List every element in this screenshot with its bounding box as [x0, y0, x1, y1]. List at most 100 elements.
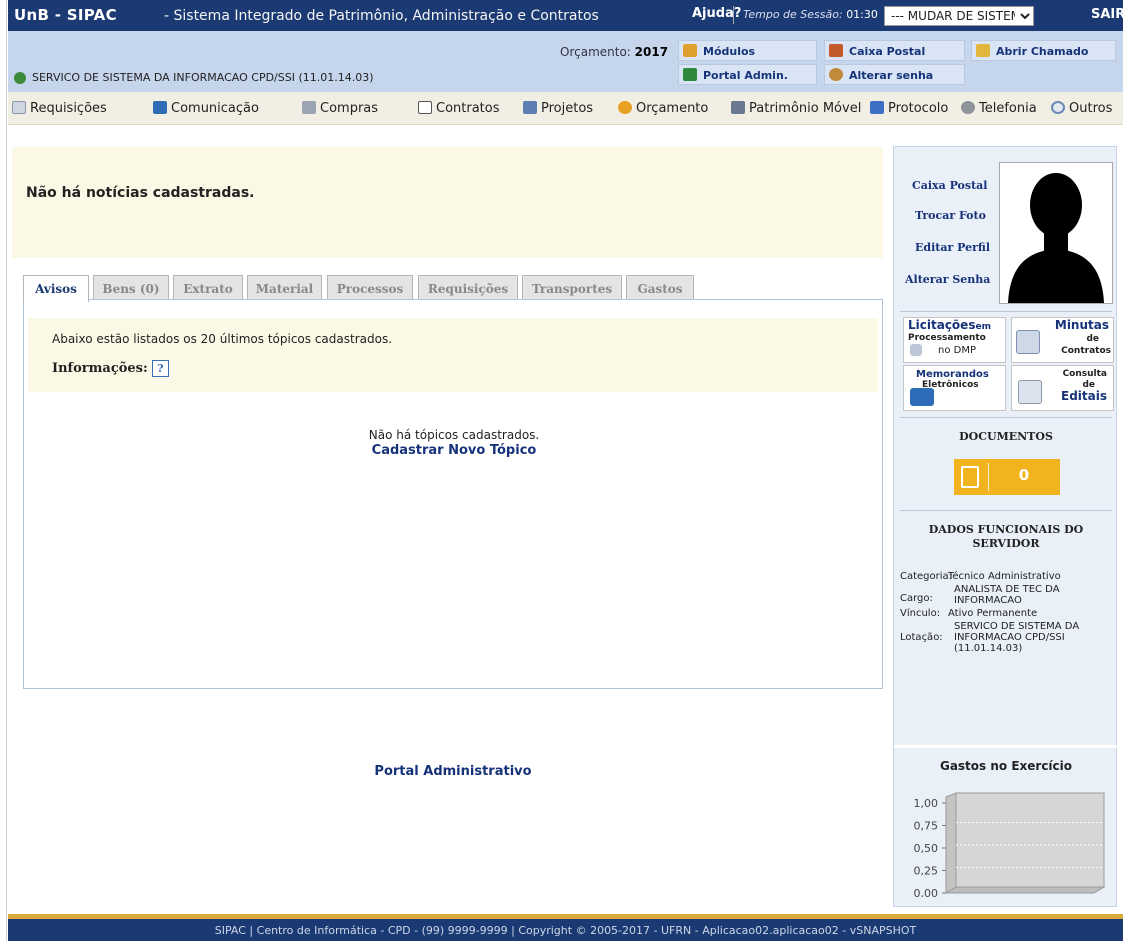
divider	[900, 311, 1112, 312]
memo-icon	[910, 388, 934, 406]
menu-label: Outros	[1069, 101, 1113, 116]
change-password-link[interactable]: Alterar senha	[824, 64, 965, 85]
modules-icon	[683, 44, 697, 57]
divider	[894, 745, 1118, 748]
contract-icon	[418, 101, 432, 114]
modules-label: Módulos	[703, 45, 756, 58]
cart-icon	[302, 101, 316, 114]
menu-item-projetos[interactable]: Projetos	[523, 101, 593, 116]
menu-label: Projetos	[541, 101, 594, 116]
tab-transportes[interactable]: Transportes	[522, 275, 622, 300]
portal-admin-link[interactable]: Portal Administrativo	[23, 764, 883, 779]
change-password-label: Alterar senha	[849, 69, 934, 82]
dados-row: Lotação: SERVICO DE SISTEMA DA INFORMACAO…	[900, 621, 1115, 654]
widget-line: Contratos	[1061, 346, 1111, 356]
book-icon	[153, 101, 167, 114]
change-system-select[interactable]: --- MUDAR DE SISTEMA ---	[884, 6, 1034, 26]
admin-portal-link[interactable]: Portal Admin.	[678, 64, 817, 85]
dados-row: Vínculo: Ativo Permanente	[900, 608, 1115, 619]
right-sidebar: Caixa Postal Trocar Foto Editar Perfil A…	[893, 146, 1118, 907]
news-box: Não há notícias cadastradas.	[12, 147, 883, 258]
projects-icon	[523, 101, 537, 114]
menu-item-compras[interactable]: Compras	[302, 101, 378, 116]
key-icon	[829, 68, 843, 81]
document-icon	[961, 466, 979, 488]
admin-portal-label: Portal Admin.	[703, 69, 788, 82]
notice-text: Abaixo estão listados os 20 últimos tópi…	[52, 332, 393, 346]
tab-extrato[interactable]: Extrato	[173, 275, 243, 300]
budget-year: 2017	[634, 45, 669, 59]
mailbox-icon	[829, 44, 843, 57]
system-name[interactable]: UnB - SIPAC	[14, 6, 117, 24]
menu-item-patrimonio-movel[interactable]: Patrimônio Móvel	[731, 101, 861, 116]
menu-item-protocolo[interactable]: Protocolo	[870, 101, 948, 116]
new-topic-link[interactable]: Cadastrar Novo Tópico	[24, 443, 884, 458]
help-icon[interactable]: ?	[151, 360, 169, 377]
widget-line: Minutas	[1054, 318, 1109, 332]
menu-item-comunicacao[interactable]: Comunicação	[153, 101, 259, 116]
chart-y-tick-label: 1,00	[914, 797, 939, 810]
exit-link[interactable]: SAIR	[1091, 7, 1123, 22]
widget-editais[interactable]: Consulta de Editais	[1011, 365, 1114, 411]
gastos-chart: 1,00 0,75 0,50 0,25 0,00	[900, 787, 1112, 900]
widget-line: de	[1086, 334, 1099, 344]
gastos-chart-svg: 1,00 0,75 0,50 0,25 0,00	[914, 792, 1106, 900]
menu-label: Patrimônio Móvel	[749, 101, 862, 116]
magnifier-icon	[1051, 101, 1065, 114]
widget-text: Licitaçõesem	[908, 319, 991, 333]
chart-y-tick-label: 0,25	[914, 865, 939, 878]
modules-link[interactable]: Módulos	[678, 40, 817, 61]
open-ticket-label: Abrir Chamado	[996, 45, 1089, 58]
session-value: 01:30	[846, 8, 878, 21]
portal-icon	[683, 68, 697, 81]
chart-side-wall	[945, 792, 957, 894]
budget-info: Orçamento: 2017	[560, 45, 668, 59]
profile-photo[interactable]	[999, 162, 1113, 304]
chart-y-tick-label: 0,00	[914, 887, 939, 897]
widget-licitacoes[interactable]: Licitaçõesem Processamento no DMP	[903, 317, 1006, 363]
profile-link-change-password[interactable]: Alterar Senha	[905, 273, 990, 286]
furniture-icon	[731, 101, 745, 114]
ticket-icon	[976, 44, 990, 57]
open-ticket-link[interactable]: Abrir Chamado	[971, 40, 1116, 61]
dados-title: DADOS FUNCIONAIS DO SERVIDOR	[928, 523, 1084, 550]
menu-item-requisicoes[interactable]: Requisições	[12, 101, 107, 116]
widget-line: Editais	[1061, 389, 1107, 403]
dados-row: Categoria: Técnico Administrativo	[900, 571, 1115, 582]
dados-value: Técnico Administrativo	[948, 571, 1061, 582]
chart-y-tick-label: 0,50	[914, 842, 939, 855]
menu-item-contratos[interactable]: Contratos	[418, 101, 500, 116]
tab-requisicoes[interactable]: Requisições	[418, 275, 518, 300]
profile-link-change-photo[interactable]: Trocar Foto	[915, 209, 986, 222]
documents-badge[interactable]: 0	[954, 459, 1060, 495]
chart-back-wall	[955, 792, 1105, 888]
dados-row: Cargo: ANALISTA DE TEC DA INFORMACAO	[900, 584, 1115, 606]
profile-link-edit-profile[interactable]: Editar Perfil	[915, 241, 990, 254]
widget-memorandos[interactable]: Memorandos Eletrônicos	[903, 365, 1006, 411]
menu-item-orcamento[interactable]: Orçamento	[618, 101, 708, 116]
separator	[733, 6, 734, 24]
session-label: Tempo de Sessão:	[743, 8, 843, 21]
menu-item-outros[interactable]: Outros	[1051, 101, 1112, 116]
current-unit: SERVICO DE SISTEMA DA INFORMACAO CPD/SSI…	[14, 71, 374, 84]
tab-material[interactable]: Material	[247, 275, 322, 300]
menu-label: Requisições	[30, 101, 107, 116]
info-label-text: Informações:	[52, 361, 148, 376]
tab-bens[interactable]: Bens (0)	[93, 275, 169, 300]
menu-item-telefonia[interactable]: Telefonia	[961, 101, 1037, 116]
widget-line: Consulta	[1062, 369, 1107, 379]
documents-count: 0	[1018, 466, 1030, 484]
dados-value: ANALISTA DE TEC DA INFORMACAO	[954, 584, 1060, 606]
tab-avisos[interactable]: Avisos	[23, 275, 89, 302]
tab-gastos[interactable]: Gastos	[626, 275, 694, 300]
notice-box: Abaixo estão listados os 20 últimos tópi…	[28, 318, 878, 392]
menu-label: Telefonia	[979, 101, 1037, 116]
dados-label: Vínculo:	[900, 608, 941, 619]
widget-minutas[interactable]: Minutas de Contratos	[1011, 317, 1114, 363]
profile-link-mailbox[interactable]: Caixa Postal	[912, 179, 987, 192]
menu-label: Contratos	[436, 101, 500, 116]
tab-processos[interactable]: Processos	[327, 275, 413, 300]
main-menu: Requisições Comunicação Compras Contrato…	[8, 92, 1123, 125]
info-band: Orçamento: 2017 Módulos Caixa Postal Abr…	[8, 31, 1123, 92]
mailbox-link[interactable]: Caixa Postal	[824, 40, 965, 61]
